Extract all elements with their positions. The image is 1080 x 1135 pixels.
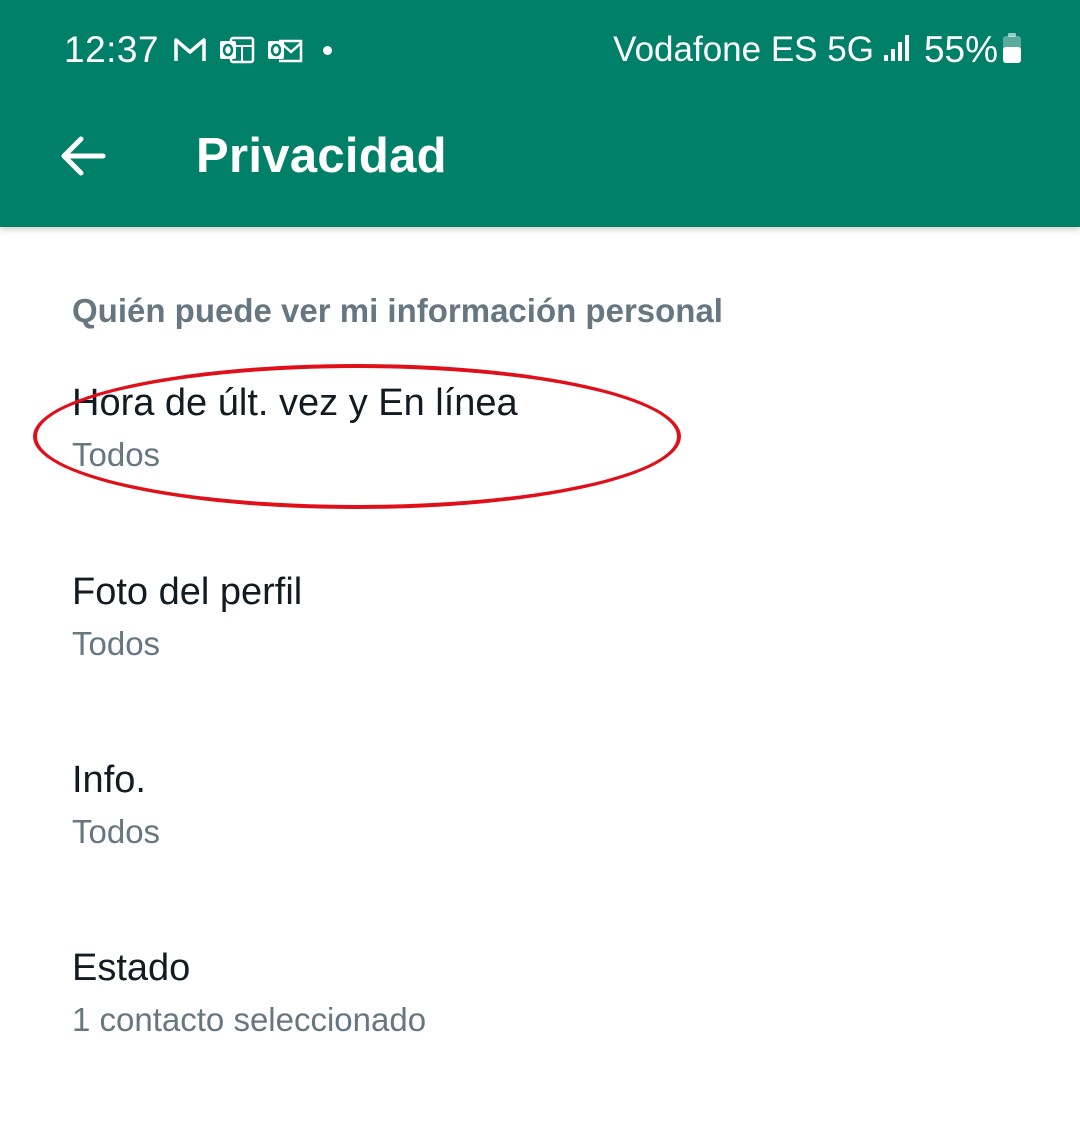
status-bar: 12:37 Vodafone ES 5G 55% — [0, 0, 1080, 100]
app-header: 12:37 Vodafone ES 5G 55% Privacidad — [0, 0, 1080, 227]
setting-about[interactable]: Info. Todos — [0, 759, 1080, 947]
setting-value: 1 contacto seleccionado — [72, 1001, 427, 1038]
toolbar: Privacidad — [0, 100, 1080, 227]
setting-last-seen-online[interactable]: Hora de últ. vez y En línea Todos — [0, 382, 1080, 570]
arrow-left-icon — [59, 134, 107, 183]
section-header: Quién puede ver mi información personal — [72, 292, 723, 329]
status-time: 12:37 — [64, 29, 160, 70]
setting-value: Todos — [72, 625, 161, 662]
gmail-icon — [173, 33, 207, 67]
privacy-settings-list: Quién puede ver mi información personal … — [0, 227, 1080, 1080]
more-notifications-dot — [323, 45, 333, 55]
status-left: 12:37 — [64, 28, 333, 72]
setting-profile-photo[interactable]: Foto del perfil Todos — [0, 571, 1080, 759]
outlook-calendar-icon — [219, 33, 255, 67]
back-button[interactable] — [40, 110, 126, 206]
setting-value: Todos — [72, 436, 161, 473]
setting-title: Hora de últ. vez y En línea — [72, 382, 518, 424]
battery-icon — [1002, 32, 1022, 69]
setting-title: Foto del perfil — [72, 571, 303, 613]
signal-bars-icon — [882, 33, 912, 68]
outlook-mail-icon — [267, 33, 303, 67]
battery-percent: 55% — [923, 29, 998, 70]
status-right: Vodafone ES 5G 55% — [613, 28, 1022, 72]
setting-title: Estado — [72, 947, 191, 989]
setting-value: Todos — [72, 813, 161, 850]
setting-title: Info. — [72, 759, 146, 801]
setting-status[interactable]: Estado 1 contacto seleccionado — [0, 947, 1080, 1135]
carrier-label: Vodafone ES 5G — [613, 30, 874, 69]
page-title: Privacidad — [196, 129, 447, 183]
